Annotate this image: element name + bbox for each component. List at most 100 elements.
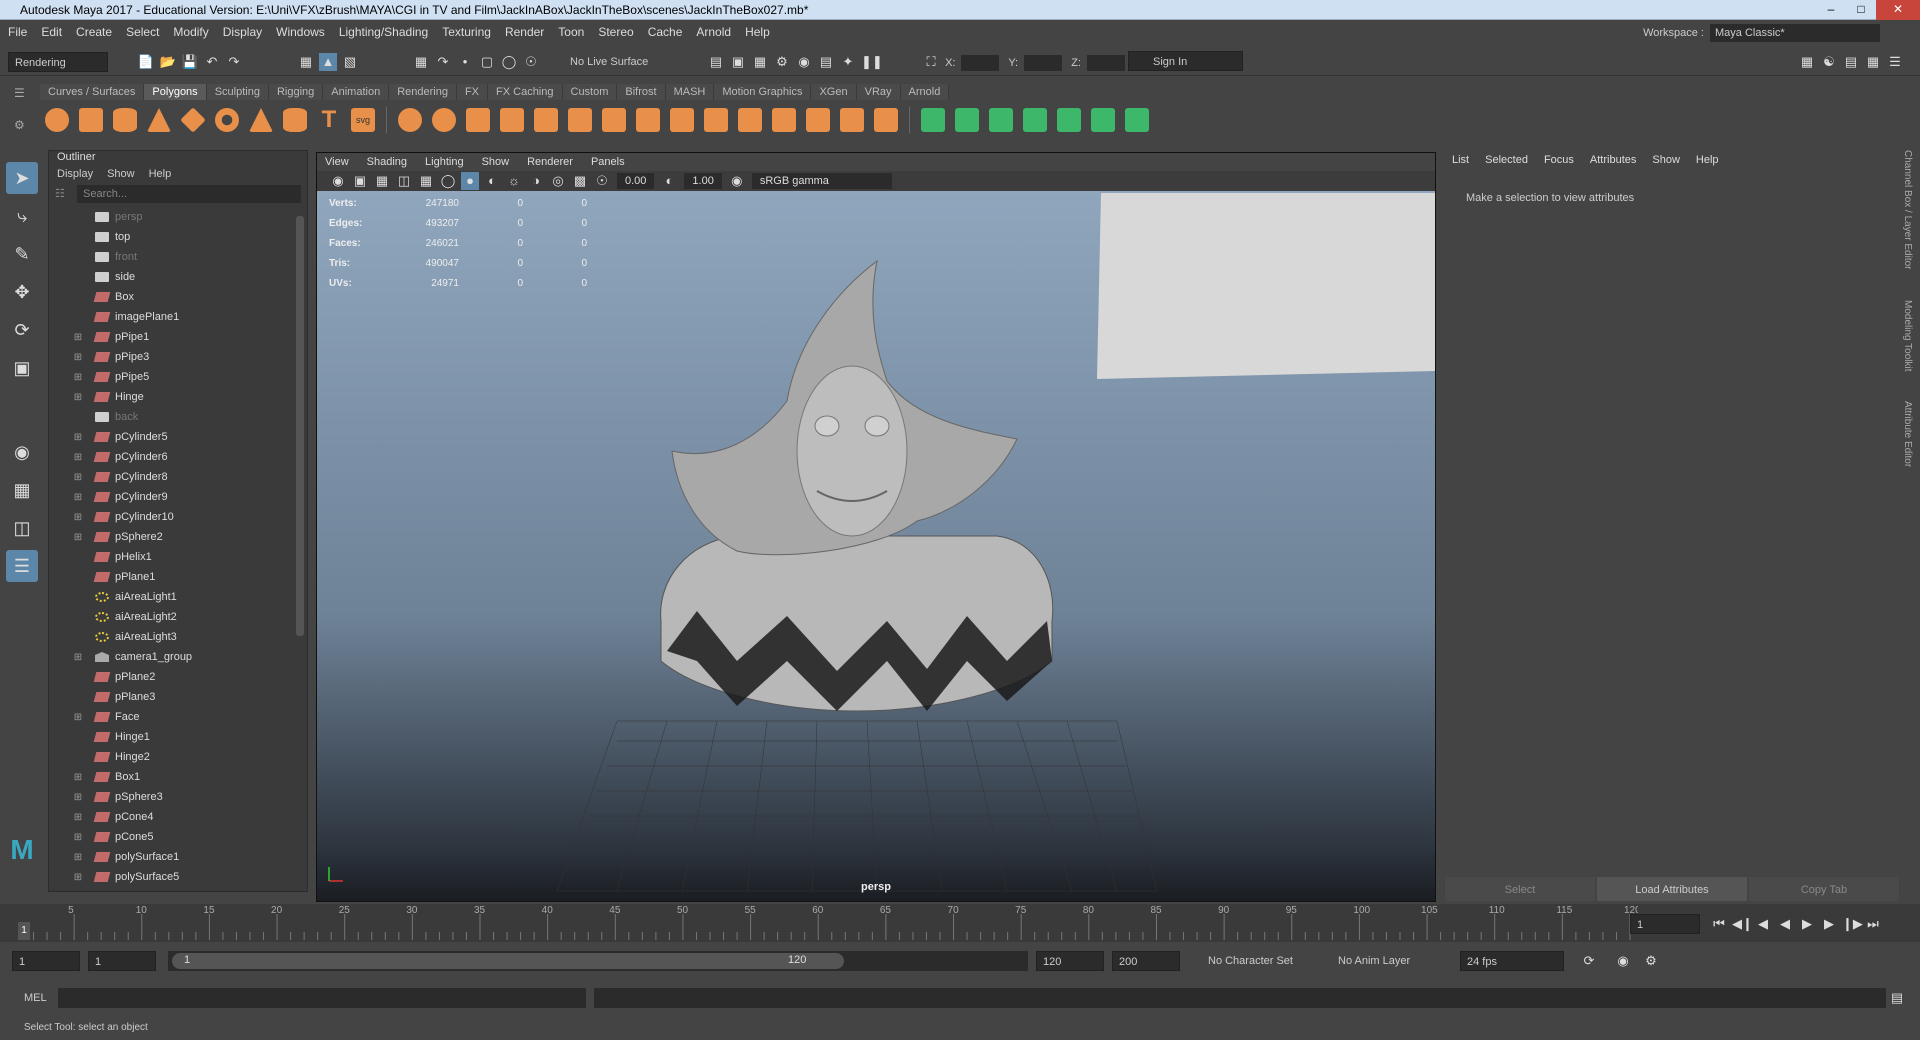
menu-stereo[interactable]: Stereo — [598, 25, 633, 39]
anim-layer-dropdown[interactable]: No Anim Layer — [1332, 951, 1442, 971]
menu-texturing[interactable]: Texturing — [442, 25, 491, 39]
lights-icon[interactable]: ☼ — [505, 172, 523, 190]
shelf-tab-vray[interactable]: VRay — [856, 84, 901, 100]
planar-uv-icon[interactable] — [921, 108, 945, 132]
tool-settings-icon[interactable]: ▦ — [1864, 53, 1882, 71]
outliner-item[interactable]: ⊞ pPipe3 — [49, 347, 307, 367]
load-attributes-button[interactable]: Load Attributes — [1597, 877, 1747, 901]
outliner-item[interactable]: ⊞ pSphere3 — [49, 787, 307, 807]
shelf-tab-xgen[interactable]: XGen — [811, 84, 857, 100]
outliner-item[interactable]: ⊞ pPipe5 — [49, 367, 307, 387]
expand-icon[interactable]: ⊞ — [71, 712, 85, 723]
current-frame-marker[interactable]: 1 — [18, 922, 30, 940]
expand-icon[interactable]: ⊞ — [71, 432, 85, 443]
gamma-icon[interactable]: ◐ — [660, 172, 678, 190]
go-to-end-icon[interactable]: ⏭ — [1864, 915, 1882, 933]
shelf-tab-sculpting[interactable]: Sculpting — [206, 84, 269, 100]
render-view-icon[interactable]: ▤ — [707, 53, 725, 71]
attr-menu-help[interactable]: Help — [1696, 154, 1719, 166]
expand-icon[interactable]: ⊞ — [71, 852, 85, 863]
colorspace-dropdown[interactable]: sRGB gamma — [751, 173, 892, 189]
component-mode-icon[interactable]: ▧ — [341, 53, 359, 71]
menu-select[interactable]: Select — [126, 25, 159, 39]
arnold-render-icon[interactable]: ▤ — [817, 53, 835, 71]
multi-cut-icon[interactable] — [738, 108, 762, 132]
mirror-icon[interactable] — [466, 108, 490, 132]
offset-edge-icon[interactable] — [840, 108, 864, 132]
outliner-item[interactable]: ⊞ Face — [49, 707, 307, 727]
expand-icon[interactable]: ⊞ — [71, 872, 85, 883]
merge-icon[interactable] — [704, 108, 728, 132]
loop-icon[interactable]: ⟳ — [1580, 952, 1598, 970]
outliner-item[interactable]: ⊞ pCylinder6 — [49, 447, 307, 467]
shelf-tab-bifrost[interactable]: Bifrost — [617, 84, 666, 100]
scale-tool-icon[interactable]: ▣ — [6, 352, 38, 384]
four-view-layout-icon[interactable]: ▦ — [6, 474, 38, 506]
separate-icon[interactable] — [432, 108, 456, 132]
shelf-tab-custom[interactable]: Custom — [562, 84, 618, 100]
play-backward-icon[interactable]: ◀ — [1776, 915, 1794, 933]
outliner-item[interactable]: Hinge2 — [49, 747, 307, 767]
cylindrical-uv-icon[interactable] — [989, 108, 1013, 132]
command-input[interactable] — [58, 988, 586, 1008]
outliner-item[interactable]: back — [49, 407, 307, 427]
outliner-item[interactable]: imagePlane1 — [49, 307, 307, 327]
shelf-tab-rigging[interactable]: Rigging — [268, 84, 324, 100]
shelf-tab-mash[interactable]: MASH — [665, 84, 715, 100]
menu-file[interactable]: File — [8, 25, 27, 39]
edge-loop-icon[interactable] — [772, 108, 796, 132]
uv-editor-icon[interactable] — [1091, 108, 1115, 132]
exposure-icon[interactable]: ☉ — [593, 172, 611, 190]
combine-icon[interactable] — [398, 108, 422, 132]
grid-toggle-icon[interactable]: ▦ — [417, 172, 435, 190]
step-back-key-icon[interactable]: ◀ — [1754, 915, 1772, 933]
outliner-item[interactable]: ⊞ pCylinder8 — [49, 467, 307, 487]
paint-select-icon[interactable]: ✎ — [6, 238, 38, 270]
close-button[interactable]: ✕ — [1876, 0, 1920, 20]
select-camera-icon[interactable]: ◉ — [329, 172, 347, 190]
side-tab-modeling-toolkit[interactable]: Modeling Toolkit — [1902, 300, 1913, 372]
outliner-layout-icon[interactable]: ☰ — [6, 550, 38, 582]
auto-key-icon[interactable]: ◉ — [1614, 952, 1632, 970]
shelf-tab-fx-caching[interactable]: FX Caching — [488, 84, 563, 100]
menu-display[interactable]: Display — [223, 25, 262, 39]
outliner-menu-show[interactable]: Show — [107, 168, 135, 180]
outliner-item[interactable]: ⊞ pSphere2 — [49, 527, 307, 547]
viewport-menu-view[interactable]: View — [325, 156, 349, 168]
command-language-label[interactable]: MEL — [0, 992, 48, 1004]
expand-icon[interactable]: ⊞ — [71, 372, 85, 383]
outliner-search-input[interactable]: Search... — [77, 185, 301, 203]
menu-lighting-shading[interactable]: Lighting/Shading — [339, 25, 428, 39]
shadows-icon[interactable]: ◑ — [527, 172, 545, 190]
menu-arnold[interactable]: Arnold — [696, 25, 731, 39]
outliner-item[interactable]: ⊞ pCylinder10 — [49, 507, 307, 527]
outliner-item[interactable]: ⊞ Hinge — [49, 387, 307, 407]
lasso-tool-icon[interactable]: ⤷ — [6, 200, 38, 232]
two-pane-layout-icon[interactable]: ◫ — [6, 512, 38, 544]
expand-icon[interactable]: ⊞ — [71, 792, 85, 803]
attribute-editor-icon[interactable]: ▤ — [1842, 53, 1860, 71]
character-set-dropdown[interactable]: No Character Set — [1202, 951, 1320, 971]
single-perspective-layout-icon[interactable]: ◉ — [6, 436, 38, 468]
expand-icon[interactable]: ⊞ — [71, 352, 85, 363]
z-field[interactable] — [1086, 55, 1125, 72]
shelf-menu-icon[interactable]: ☰ — [14, 86, 25, 100]
menu-windows[interactable]: Windows — [276, 25, 325, 39]
shelf-tab-curves-surfaces[interactable]: Curves / Surfaces — [40, 84, 145, 100]
outliner-item[interactable]: persp — [49, 207, 307, 227]
attr-menu-attributes[interactable]: Attributes — [1590, 154, 1636, 166]
attr-menu-focus[interactable]: Focus — [1544, 154, 1574, 166]
x-field[interactable] — [961, 55, 1000, 72]
expand-icon[interactable]: ⊞ — [71, 452, 85, 463]
shelf-tab-arnold[interactable]: Arnold — [900, 84, 950, 100]
outliner-item[interactable]: ⊞ Box1 — [49, 767, 307, 787]
poly-cylinder-icon[interactable] — [113, 108, 137, 132]
insert-edge-icon[interactable] — [806, 108, 830, 132]
character-controls-icon[interactable]: ☯ — [1820, 53, 1838, 71]
outliner-item[interactable]: ⊞ pPipe1 — [49, 327, 307, 347]
hypershade-icon[interactable]: ◉ — [795, 53, 813, 71]
go-to-start-icon[interactable]: ⏮ — [1710, 915, 1728, 933]
outliner-item[interactable]: top — [49, 227, 307, 247]
side-tab-attribute-editor[interactable]: Attribute Editor — [1902, 401, 1913, 467]
step-back-frame-icon[interactable]: ◀❙ — [1732, 915, 1753, 933]
